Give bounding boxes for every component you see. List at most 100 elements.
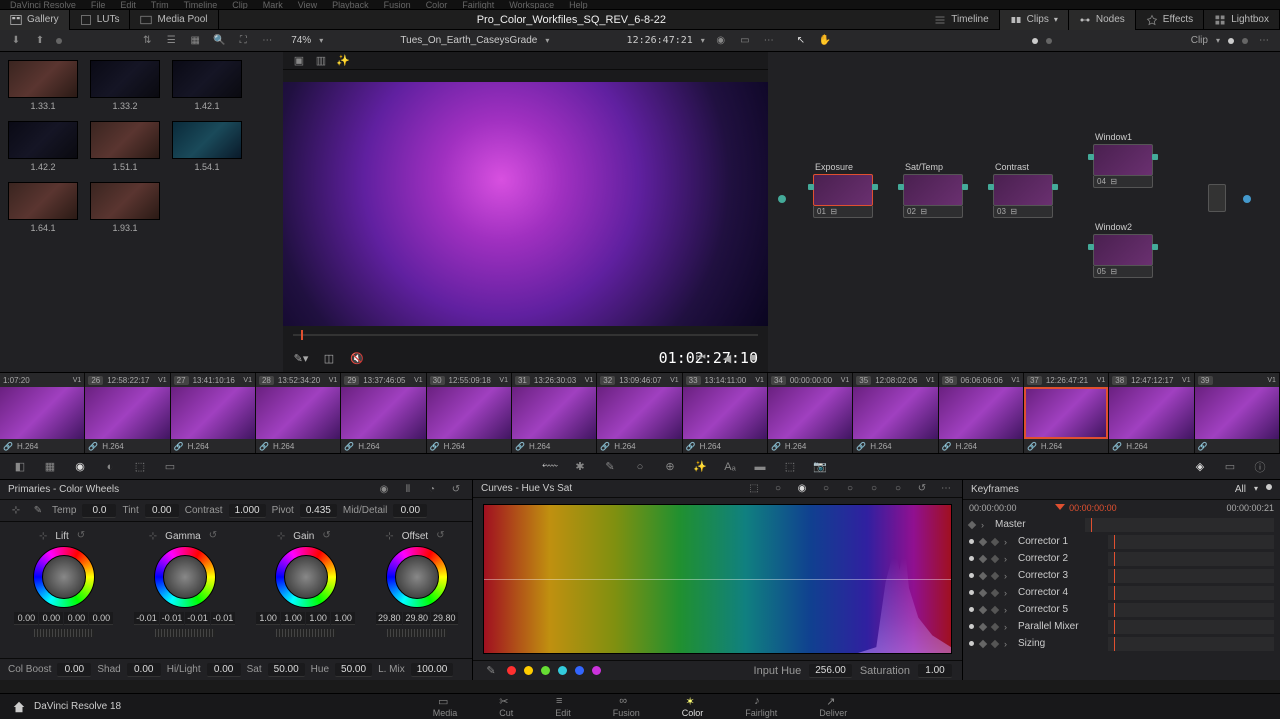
keyframe-diamond-icon[interactable] — [979, 588, 987, 596]
node-thumb[interactable] — [1093, 144, 1153, 176]
page-color[interactable]: ✶Color — [676, 695, 710, 718]
lightbox-toggle[interactable]: Lightbox — [1204, 10, 1280, 30]
camera-raw-icon[interactable]: ◧ — [12, 459, 28, 475]
thumbnail-timeline[interactable]: 1:07:20V1 🔗H.2642612:58:22:17V1 🔗H.26427… — [0, 372, 1280, 454]
lvs-icon[interactable]: ○ — [842, 481, 858, 497]
gallery-still[interactable] — [8, 182, 78, 220]
keyframe-diamond-icon[interactable] — [979, 571, 987, 579]
keyframe-row[interactable]: › Corrector 1 — [963, 533, 1280, 550]
gallery-still[interactable] — [90, 60, 160, 98]
node-thumb[interactable] — [903, 174, 963, 206]
keyframe-row[interactable]: › Master — [963, 516, 1280, 533]
expand-icon[interactable]: ⛶ — [235, 33, 251, 49]
kf-enable-dot[interactable] — [969, 539, 974, 544]
motion-icon[interactable]: ▭ — [162, 459, 178, 475]
hvs-icon[interactable]: ◉ — [794, 481, 810, 497]
gallery-still[interactable] — [90, 121, 160, 159]
clip-thumb[interactable] — [256, 387, 340, 439]
keyframe-diamond2-icon[interactable] — [991, 554, 999, 562]
wheel-jog[interactable] — [387, 629, 447, 637]
wheel-adjust-icon[interactable]: ⊹ — [277, 531, 285, 542]
unmix-icon[interactable]: ◫ — [321, 350, 337, 366]
wheel-mode-icon[interactable]: ◉ — [376, 482, 392, 498]
gallery-still[interactable] — [172, 121, 242, 159]
clip-thumb[interactable] — [1109, 387, 1193, 439]
wipe-icon[interactable]: ▭ — [737, 33, 753, 49]
search-icon[interactable]: 🔍 — [211, 33, 227, 49]
node-dot-a[interactable] — [1032, 38, 1038, 44]
clip-thumb[interactable] — [768, 387, 852, 439]
wheel-values[interactable]: -0.01-0.01-0.01-0.01 — [134, 612, 235, 625]
wheel-reset-icon[interactable]: ↺ — [77, 530, 89, 542]
menu-app[interactable]: DaVinci Resolve — [10, 0, 76, 10]
wheel-jog[interactable] — [34, 629, 94, 637]
kf-track[interactable] — [1108, 569, 1274, 583]
import-icon[interactable]: ⬇ — [8, 33, 24, 49]
bsm-icon[interactable]: Aₐ — [722, 459, 738, 475]
temp-value[interactable]: 0.0 — [82, 504, 116, 518]
menu-workspace[interactable]: Workspace — [509, 0, 554, 10]
clip-thumb[interactable] — [341, 387, 425, 439]
kf-dot-icon[interactable] — [1266, 484, 1272, 490]
picker-icon[interactable]: ✎▾ — [293, 350, 309, 366]
node-output-port[interactable] — [1052, 184, 1058, 190]
home-icon[interactable] — [12, 700, 26, 714]
node-output-port[interactable] — [1152, 154, 1158, 160]
arrow-tool-icon[interactable]: ↖ — [793, 33, 809, 49]
keyframe-diamond2-icon[interactable] — [991, 639, 999, 647]
timeline-clip[interactable]: 2813:52:34:20V1 🔗H.264 — [256, 373, 341, 453]
hue-preset-dot[interactable] — [524, 666, 533, 675]
color-node[interactable]: Window1 04 ⊟ — [1093, 132, 1153, 188]
parallel-mixer-node[interactable] — [1208, 184, 1226, 212]
keyframe-diamond-icon[interactable] — [979, 554, 987, 562]
lmix-value[interactable]: 100.00 — [411, 663, 454, 677]
graph-input-port[interactable] — [778, 195, 786, 203]
keyframe-diamond-icon[interactable] — [979, 639, 987, 647]
kf-track[interactable] — [1108, 637, 1274, 651]
kf-enable-dot[interactable] — [969, 573, 974, 578]
menu-clip[interactable]: Clip — [232, 0, 248, 10]
timeline-clip[interactable]: 3712:26:47:21V1 🔗H.264 — [1024, 373, 1109, 453]
viewer-zoom[interactable]: 74% — [291, 35, 311, 46]
keyframe-diamond-icon[interactable] — [968, 520, 976, 528]
graph-output-port[interactable] — [1243, 195, 1251, 203]
qualifier-icon[interactable]: ✎ — [602, 459, 618, 475]
gallery-still[interactable] — [8, 121, 78, 159]
contrast-value[interactable]: 1.000 — [229, 504, 266, 518]
timeline-clip[interactable]: 3606:06:06:06V1 🔗H.264 — [939, 373, 1024, 453]
timeline-clip[interactable]: 1:07:20V1 🔗H.264 — [0, 373, 85, 453]
wheel-adjust-icon[interactable]: ⊹ — [149, 531, 157, 542]
grid-icon[interactable]: ▦ — [187, 33, 203, 49]
curves-icon[interactable]: ⬳ — [542, 459, 558, 475]
keyframe-row[interactable]: › Corrector 2 — [963, 550, 1280, 567]
viewer-scrubber[interactable] — [283, 330, 768, 344]
sizing-icon[interactable]: ⬚ — [782, 459, 798, 475]
timeline-clip[interactable]: 39V1 🔗 — [1195, 373, 1280, 453]
shad-value[interactable]: 0.00 — [127, 663, 161, 677]
menu-playback[interactable]: Playback — [332, 0, 369, 10]
color-wheel-lift[interactable] — [33, 546, 95, 608]
clip-thumb[interactable] — [171, 387, 255, 439]
kf-track[interactable] — [1108, 603, 1274, 617]
keyframe-row[interactable]: › Corrector 4 — [963, 584, 1280, 601]
node-thumb[interactable] — [993, 174, 1053, 206]
timeline-clip[interactable]: 2913:37:46:05V1 🔗H.264 — [341, 373, 426, 453]
clip-thumb[interactable] — [1024, 387, 1108, 439]
reset-all-icon[interactable]: ↺ — [448, 482, 464, 498]
keyframe-diamond2-icon[interactable] — [991, 571, 999, 579]
hdr-icon[interactable]: ◐ — [102, 459, 118, 475]
clips-toggle[interactable]: Clips▾ — [1000, 10, 1069, 30]
node-input-port[interactable] — [988, 184, 994, 190]
timeline-toggle[interactable]: Timeline — [924, 10, 999, 30]
wheel-adjust-icon[interactable]: ⊹ — [39, 531, 47, 542]
menu-timeline[interactable]: Timeline — [184, 0, 218, 10]
page-deliver[interactable]: ↗Deliver — [813, 695, 853, 718]
wheel-adjust-icon[interactable]: ⊹ — [385, 531, 393, 542]
hand-tool-icon[interactable]: ✋ — [817, 33, 833, 49]
timeline-clip[interactable]: 3313:14:11:00V1 🔗H.264 — [683, 373, 768, 453]
colorchecker-icon[interactable]: ▦ — [42, 459, 58, 475]
timeline-clip[interactable]: 3213:09:46:07V1 🔗H.264 — [597, 373, 682, 453]
clip-thumb[interactable] — [512, 387, 596, 439]
expand-icon[interactable]: › — [1004, 537, 1012, 547]
keyframe-row[interactable]: › Corrector 3 — [963, 567, 1280, 584]
